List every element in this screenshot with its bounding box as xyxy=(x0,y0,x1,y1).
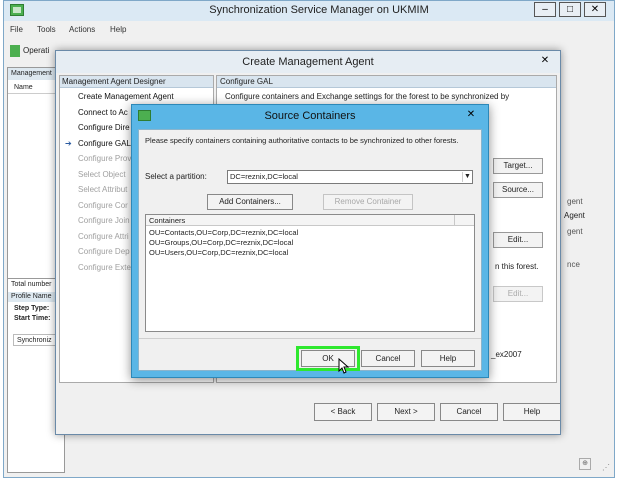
current-step-arrow-icon: ➔ xyxy=(65,138,72,148)
source-containers-close-button[interactable]: ✕ xyxy=(462,108,480,123)
exchange-version-text: _ex2007 xyxy=(491,350,522,359)
partition-label: Select a partition: xyxy=(145,172,207,181)
background-text: nce xyxy=(567,260,580,269)
nav-item[interactable]: Select Attribut xyxy=(78,185,127,194)
step-type-label: Step Type: xyxy=(14,305,50,312)
help-button[interactable]: Help xyxy=(421,350,475,367)
remove-container-button[interactable]: Remove Container xyxy=(323,194,413,210)
nav-item[interactable]: Configure Prov xyxy=(78,154,131,163)
nav-item[interactable]: Configure Exte xyxy=(78,263,131,272)
nav-item[interactable]: Configure Dire xyxy=(78,123,130,132)
partition-value: DC=reznix,DC=local xyxy=(230,172,298,181)
mouse-pointer-icon xyxy=(338,358,350,374)
cma-dialog-title: Create Management Agent xyxy=(242,56,374,68)
designer-nav-header: Management Agent Designer xyxy=(60,76,213,88)
synchronization-statistics-item[interactable]: Synchroniz xyxy=(13,334,61,346)
operations-label: Operati xyxy=(23,46,50,56)
back-button[interactable]: < Back xyxy=(314,403,372,421)
list-item[interactable]: OU=Contacts,OU=Corp,DC=reznix,DC=local xyxy=(149,228,298,237)
resize-grip-icon[interactable]: ⋰ xyxy=(602,463,612,473)
background-text: gent xyxy=(567,197,583,206)
menu-bar: File Tools Actions Help xyxy=(4,23,614,37)
nav-item[interactable]: Configure Attri xyxy=(78,232,129,241)
operations-toolbar-button[interactable]: Operati xyxy=(10,45,56,61)
nav-item[interactable]: Select Object xyxy=(78,170,126,179)
list-item[interactable]: OU=Groups,OU=Corp,DC=reznix,DC=local xyxy=(149,238,293,247)
cma-titlebar: Create Management Agent ✕ xyxy=(56,51,560,73)
partition-select[interactable]: DC=reznix,DC=local ▼ xyxy=(227,170,473,184)
configure-gal-header: Configure GAL xyxy=(217,76,556,88)
add-containers-button[interactable]: Add Containers... xyxy=(207,194,293,210)
background-text: gent xyxy=(567,227,583,236)
nav-item[interactable]: Create Management Agent xyxy=(78,92,174,101)
edit-button[interactable]: Edit... xyxy=(493,232,543,248)
configure-gal-description: Configure containers and Exchange settin… xyxy=(225,92,510,101)
nav-item[interactable]: Configure Join xyxy=(78,216,130,225)
nav-item[interactable]: Configure GAL xyxy=(78,139,131,148)
cancel-button[interactable]: Cancel xyxy=(440,403,498,421)
footer-separator xyxy=(139,338,481,339)
menu-actions[interactable]: Actions xyxy=(69,25,95,34)
start-time-label: Start Time: xyxy=(14,315,51,322)
operations-icon xyxy=(10,45,20,57)
app-icon xyxy=(10,4,24,16)
instructions-text: Please specify containers containing aut… xyxy=(145,136,459,145)
forest-text: n this forest. xyxy=(495,262,539,271)
chevron-down-icon[interactable]: ▼ xyxy=(462,172,472,182)
target-button[interactable]: Target... xyxy=(493,158,543,174)
nav-item[interactable]: Configure Cor xyxy=(78,201,128,210)
source-containers-dialog: Source Containers ✕ Please specify conta… xyxy=(131,104,489,378)
nav-item[interactable]: Connect to Ac xyxy=(78,108,128,117)
main-window-title: Synchronization Service Manager on UKMIM xyxy=(209,4,429,16)
source-button[interactable]: Source... xyxy=(493,182,543,198)
source-containers-title: Source Containers xyxy=(264,110,356,122)
cancel-button[interactable]: Cancel xyxy=(361,350,415,367)
ok-highlight-box xyxy=(296,346,360,371)
list-item[interactable]: OU=Users,OU=Corp,DC=reznix,DC=local xyxy=(149,248,288,257)
menu-help[interactable]: Help xyxy=(110,25,126,34)
containers-column-header[interactable]: Containers xyxy=(146,215,474,226)
cma-close-button[interactable]: ✕ xyxy=(536,54,554,69)
background-text: Agent xyxy=(564,211,585,220)
source-containers-titlebar: Source Containers ✕ xyxy=(132,105,488,127)
menu-file[interactable]: File xyxy=(10,25,23,34)
main-titlebar: Synchronization Service Manager on UKMIM… xyxy=(4,1,614,21)
next-button[interactable]: Next > xyxy=(377,403,435,421)
close-button[interactable]: ✕ xyxy=(584,2,606,17)
containers-list[interactable]: Containers OU=Contacts,OU=Corp,DC=reznix… xyxy=(145,214,475,332)
edit-button-disabled[interactable]: Edit... xyxy=(493,286,543,302)
maximize-button[interactable]: □ xyxy=(559,2,581,17)
menu-tools[interactable]: Tools xyxy=(37,25,56,34)
nav-item[interactable]: Configure Dep xyxy=(78,247,130,256)
column-divider xyxy=(454,215,455,226)
help-button[interactable]: Help xyxy=(503,403,560,421)
source-containers-body: Please specify containers containing aut… xyxy=(138,129,482,374)
minimize-button[interactable]: – xyxy=(534,2,556,17)
status-icon: ⊕ xyxy=(579,458,591,470)
